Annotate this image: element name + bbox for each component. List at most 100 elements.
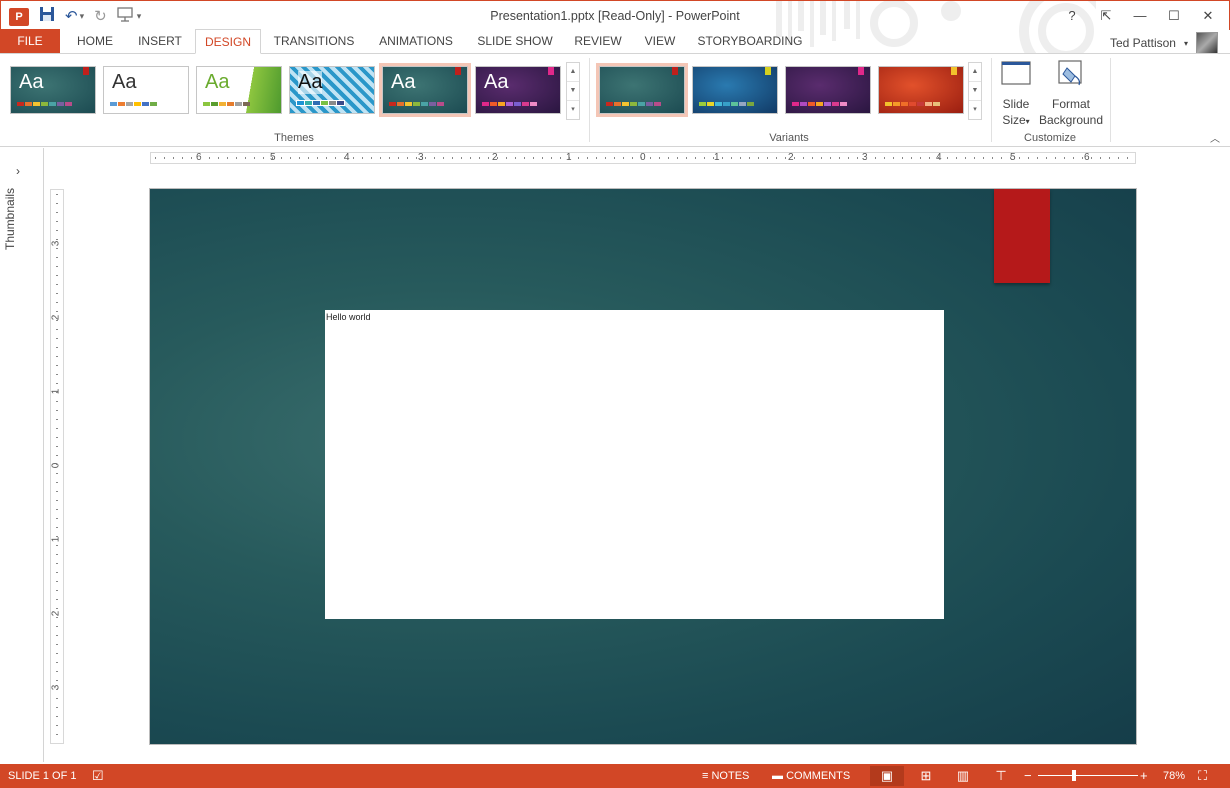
- group-divider: [991, 58, 992, 142]
- spelling-check-icon[interactable]: ☑: [92, 764, 104, 788]
- slide-canvas[interactable]: Hello world: [149, 188, 1137, 745]
- ruler-tick: [587, 157, 588, 159]
- ruler-tick: [605, 157, 606, 159]
- user-name[interactable]: Ted Pattison: [1110, 36, 1176, 50]
- close-button[interactable]: ✕: [1193, 5, 1223, 27]
- normal-view-icon[interactable]: ▣: [870, 766, 904, 786]
- slide-size-icon: [1001, 61, 1031, 85]
- ruler-tick: [56, 383, 58, 384]
- comments-button[interactable]: ▬ COMMENTS: [772, 764, 850, 788]
- tab-insert[interactable]: INSERT: [128, 29, 192, 54]
- maximize-button[interactable]: ☐: [1159, 5, 1189, 27]
- ruler-tick: [983, 157, 984, 159]
- theme-thumbnail-5-selected[interactable]: Aa: [379, 63, 471, 117]
- thumbnails-label[interactable]: Thumbnails: [3, 188, 17, 258]
- tab-transitions[interactable]: TRANSITIONS: [264, 29, 364, 54]
- ruler-tick: [56, 275, 58, 276]
- user-account[interactable]: Ted Pattison ▾: [1110, 32, 1218, 54]
- theme-thumbnail-6[interactable]: Aa: [475, 66, 561, 114]
- scroll-down-icon[interactable]: ▼: [969, 82, 981, 101]
- zoom-slider-thumb[interactable]: [1072, 770, 1076, 781]
- horizontal-ruler[interactable]: 6543210123456: [150, 152, 1136, 164]
- fit-to-window-icon[interactable]: ⛶: [1198, 764, 1207, 788]
- tab-home[interactable]: HOME: [62, 29, 128, 54]
- ruler-number: 1: [714, 152, 720, 163]
- notes-button[interactable]: ≡ NOTES: [702, 764, 749, 788]
- tab-storyboarding[interactable]: STORYBOARDING: [692, 29, 808, 54]
- variant-thumbnail-1-selected[interactable]: [596, 63, 688, 117]
- ruler-tick: [56, 707, 58, 708]
- ruler-tick: [1100, 157, 1101, 159]
- account-dropdown-icon[interactable]: ▾: [1184, 39, 1188, 48]
- ruler-tick: [56, 662, 58, 663]
- tab-review[interactable]: REVIEW: [566, 29, 630, 54]
- slide-show-icon[interactable]: ⊤: [984, 766, 1018, 786]
- expand-thumbnails-icon[interactable]: ›: [16, 164, 20, 178]
- more-themes-icon[interactable]: ▾: [567, 101, 579, 119]
- ruler-tick: [56, 338, 58, 339]
- slide-count[interactable]: SLIDE 1 OF 1: [8, 764, 76, 788]
- ruler-tick: [1001, 157, 1002, 159]
- slide-red-banner[interactable]: [994, 189, 1050, 283]
- ruler-tick: [578, 157, 579, 159]
- ruler-tick: [659, 157, 660, 159]
- ruler-tick: [821, 157, 822, 159]
- tab-slide-show[interactable]: SLIDE SHOW: [470, 29, 560, 54]
- theme-preview-text: Aa: [298, 71, 323, 94]
- scroll-up-icon[interactable]: ▲: [567, 63, 579, 82]
- tab-design[interactable]: DESIGN: [195, 29, 261, 54]
- variant-thumbnail-4[interactable]: [878, 66, 964, 114]
- ruler-tick: [371, 157, 372, 159]
- collapse-ribbon-icon[interactable]: ︿: [1210, 130, 1220, 145]
- minimize-button[interactable]: —: [1125, 5, 1155, 27]
- variant-thumbnail-3[interactable]: [785, 66, 871, 114]
- ruler-tick: [56, 671, 58, 672]
- variant-thumbnail-2[interactable]: [692, 66, 778, 114]
- avatar[interactable]: [1196, 32, 1218, 54]
- themes-gallery-scroller[interactable]: ▲ ▼ ▾: [566, 62, 580, 120]
- ruler-tick: [812, 157, 813, 159]
- ruler-tick: [425, 157, 426, 159]
- ruler-tick: [218, 157, 219, 159]
- reading-view-icon[interactable]: ▥: [946, 766, 980, 786]
- variants-gallery-scroller[interactable]: ▲ ▼ ▾: [968, 62, 982, 120]
- zoom-out-button[interactable]: −: [1024, 764, 1032, 788]
- ruler-tick: [389, 157, 390, 159]
- ruler-tick: [479, 157, 480, 159]
- ruler-tick: [56, 365, 58, 366]
- scroll-up-icon[interactable]: ▲: [969, 63, 981, 82]
- theme-thumbnail-4[interactable]: Aa: [289, 66, 375, 114]
- scroll-down-icon[interactable]: ▼: [567, 82, 579, 101]
- design-ribbon: Aa Aa Aa Aa Aa Aa ▲ ▼ ▾ Themes ▲ ▼ ▾ Var…: [0, 53, 1230, 147]
- slide-textbox-text[interactable]: Hello world: [326, 312, 371, 322]
- theme-thumbnail-2[interactable]: Aa: [103, 66, 189, 114]
- ruler-tick: [434, 157, 435, 159]
- slide-sorter-icon[interactable]: ⊞: [909, 766, 943, 786]
- vertical-ruler[interactable]: 3210123: [50, 189, 64, 744]
- ruler-tick: [56, 374, 58, 375]
- ruler-tick: [875, 157, 876, 159]
- ribbon-display-options-button[interactable]: ⇱: [1091, 5, 1121, 27]
- more-variants-icon[interactable]: ▾: [969, 101, 981, 119]
- zoom-slider-track[interactable]: [1038, 775, 1138, 776]
- ruler-tick: [56, 698, 58, 699]
- ruler-tick: [56, 590, 58, 591]
- tab-file[interactable]: FILE: [0, 29, 60, 54]
- ruler-tick: [209, 157, 210, 159]
- ruler-tick: [56, 230, 58, 231]
- ruler-tick: [623, 157, 624, 159]
- slide-textbox[interactable]: Hello world: [325, 310, 944, 619]
- theme-thumbnail-1[interactable]: Aa: [10, 66, 96, 114]
- format-background-button[interactable]: Format Background: [1038, 58, 1104, 128]
- zoom-level[interactable]: 78%: [1163, 764, 1185, 788]
- zoom-in-button[interactable]: +: [1140, 764, 1148, 788]
- tab-animations[interactable]: ANIMATIONS: [368, 29, 464, 54]
- theme-thumbnail-3[interactable]: Aa: [196, 66, 282, 114]
- slide-size-button[interactable]: Slide Size▾: [998, 58, 1034, 130]
- ruler-tick: [1019, 157, 1020, 159]
- ruler-tick: [56, 554, 58, 555]
- help-button[interactable]: ?: [1057, 5, 1087, 27]
- ruler-tick: [56, 491, 58, 492]
- tab-view[interactable]: VIEW: [636, 29, 684, 54]
- theme-preview-text: Aa: [391, 71, 416, 93]
